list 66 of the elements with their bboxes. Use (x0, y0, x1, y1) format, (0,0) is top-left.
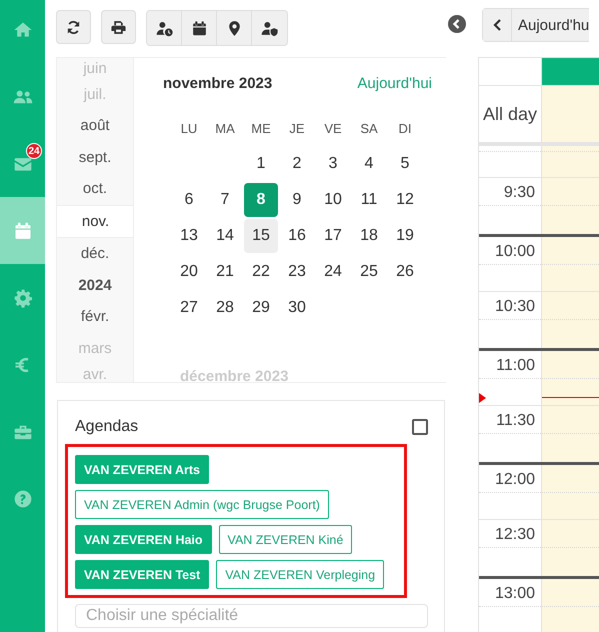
sidebar-item[interactable]: 24 (0, 130, 45, 197)
select-all-checkbox[interactable] (412, 419, 428, 435)
calendar-day[interactable]: 5 (388, 147, 422, 181)
calendar-day[interactable]: 17 (316, 219, 350, 253)
chevron-left-icon (492, 18, 502, 32)
month-title: novembre 2023 (163, 74, 272, 92)
calendar-day[interactable]: 19 (388, 219, 422, 253)
calendar-icon (12, 220, 32, 240)
user-clock-button[interactable] (147, 11, 182, 45)
specialty-field[interactable]: Choisir une spécialité (75, 604, 428, 628)
calendar-day[interactable]: 13 (172, 219, 206, 253)
refresh-button[interactable] (56, 10, 91, 44)
calendar-day[interactable]: 25 (352, 255, 386, 289)
gear-icon (12, 288, 32, 308)
home-icon (12, 20, 32, 40)
calendar-day[interactable]: 16 (280, 219, 314, 253)
calendar-day[interactable]: 27 (172, 291, 206, 325)
calendar-day[interactable]: 22 (244, 255, 278, 289)
calendar-day[interactable]: 24 (316, 255, 350, 289)
month-item[interactable]: déc. (57, 238, 133, 270)
calendar-day[interactable]: 29 (244, 291, 278, 325)
month-item[interactable]: sept. (57, 142, 133, 173)
weekday-label: VE (323, 120, 343, 138)
weekday-label: JE (288, 120, 306, 138)
weekday-label: ME (250, 120, 272, 138)
calendar-day[interactable]: 1 (244, 147, 278, 181)
collapse-icon[interactable] (448, 15, 466, 33)
calendar-day[interactable]: 9 (280, 183, 314, 217)
year-item[interactable]: 2024 (57, 270, 133, 301)
calendar-day[interactable]: 18 (352, 219, 386, 253)
user-shield-icon (261, 20, 278, 36)
refresh-icon (65, 18, 82, 36)
weekday-label: DI (398, 120, 412, 138)
month-item[interactable]: nov. (57, 204, 133, 238)
calendar-day[interactable]: 10 (316, 183, 350, 217)
calendar-day[interactable]: 20 (172, 255, 206, 289)
calendar-day[interactable]: 2 (280, 147, 314, 181)
printer-icon (110, 18, 127, 36)
calendar-icon (190, 20, 208, 36)
calendar-day[interactable]: 12 (388, 183, 422, 217)
calendar-day[interactable]: 21 (208, 255, 242, 289)
previous-button[interactable] (483, 9, 512, 41)
month-item[interactable]: août (57, 110, 133, 142)
calendar-day[interactable]: 30 (280, 291, 314, 325)
calendar-day[interactable]: 14 (208, 219, 242, 253)
calendar-day[interactable]: 23 (280, 255, 314, 289)
weekday-label: LU (180, 120, 198, 138)
calendar-day[interactable]: 26 (388, 255, 422, 289)
help-icon (12, 488, 32, 508)
current-time-marker (479, 393, 486, 403)
month-item[interactable]: févr. (57, 301, 133, 332)
weekday-label: MA (214, 120, 236, 138)
calendar-day[interactable]: 28 (208, 291, 242, 325)
unread-badge: 24 (26, 143, 42, 159)
calendar-day[interactable]: 3 (316, 147, 350, 181)
calendar-day[interactable]: 15 (244, 219, 278, 253)
calendar-day[interactable]: 7 (208, 183, 242, 217)
calendar-day[interactable]: 11 (352, 183, 386, 217)
calendar-day[interactable]: 6 (172, 183, 206, 217)
sidebar-item[interactable] (0, 197, 45, 264)
section-title: Agendas (75, 418, 138, 436)
user-clock-icon (156, 20, 172, 36)
print-button[interactable] (101, 10, 136, 44)
calendar-day[interactable]: 4 (352, 147, 386, 181)
month-item[interactable]: oct. (57, 173, 133, 204)
weekday-label: SA (359, 120, 379, 138)
